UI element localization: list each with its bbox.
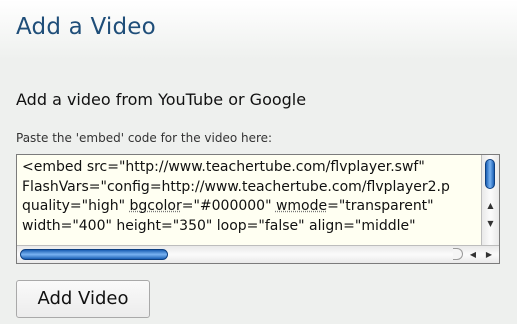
embed-code-label: Paste the 'embed' code for the video her… <box>16 131 273 145</box>
add-video-panel: Add a Video Add a video from YouTube or … <box>0 0 517 324</box>
embed-line-3a: quality="high" <box>22 198 130 214</box>
embed-code-text[interactable]: <embed src="http://www.teachertube.com/f… <box>22 158 480 242</box>
add-video-button[interactable]: Add Video <box>16 280 150 318</box>
section-subtitle: Add a video from YouTube or Google <box>16 90 307 109</box>
horizontal-scrollbar[interactable]: ◀ ▶ <box>17 245 499 263</box>
embed-line-1: <embed src="http://www.teachertube.com/f… <box>22 159 425 175</box>
scroll-track-end-cap <box>453 248 463 260</box>
embed-code-textarea[interactable]: <embed src="http://www.teachertube.com/f… <box>16 154 500 264</box>
embed-line-4: width="400" height="350" loop="false" al… <box>22 217 416 234</box>
arrow-up-icon[interactable]: ▲ <box>482 199 499 213</box>
vertical-scroll-thumb[interactable] <box>485 159 495 189</box>
arrow-right-icon[interactable]: ▶ <box>482 246 496 263</box>
embed-line-3-wmode: wmode <box>275 198 328 214</box>
embed-line-3-bgcolor: bgcolor <box>129 198 182 214</box>
arrow-down-icon[interactable]: ▼ <box>482 217 499 231</box>
embed-line-3c: ="transparent" <box>327 198 434 214</box>
horizontal-scroll-thumb[interactable] <box>20 249 168 260</box>
page-title: Add a Video <box>16 14 156 40</box>
vertical-scrollbar[interactable]: ▲ ▼ <box>481 155 499 245</box>
arrow-left-icon[interactable]: ◀ <box>466 246 480 263</box>
embed-line-3b: ="#000000" <box>181 198 276 214</box>
embed-line-2: FlashVars="config=http://www.teachertube… <box>22 178 450 195</box>
